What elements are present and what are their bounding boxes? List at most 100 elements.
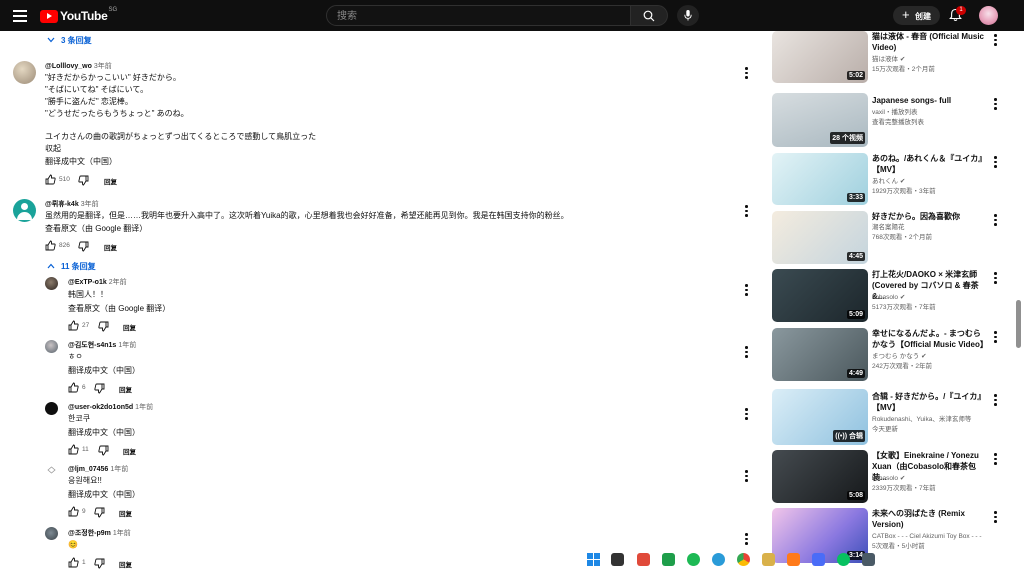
reply-time[interactable]: 1年前: [118, 342, 136, 349]
channel-name[interactable]: CATBox - - - Ciel Akizumi Toy Box - - -: [872, 532, 1002, 541]
edge-icon[interactable]: [712, 553, 725, 566]
more-vert-icon[interactable]: [994, 98, 998, 112]
more-vert-icon[interactable]: [745, 205, 749, 219]
video-title[interactable]: 幸せになるんだよ。- まつむら かなう【Official Music Video…: [872, 328, 990, 350]
reply-time[interactable]: 1年前: [110, 466, 128, 473]
video-title[interactable]: Japanese songs- full: [872, 95, 990, 106]
reply-button[interactable]: 回复: [119, 559, 132, 569]
page-scrollbar[interactable]: [1016, 300, 1021, 348]
create-button[interactable]: + 创建: [893, 6, 940, 25]
file-explorer-icon[interactable]: [762, 553, 775, 566]
thumb-down-icon[interactable]: [98, 445, 109, 456]
video-title[interactable]: 猫は液体 - 春音 (Official Music Video): [872, 31, 990, 53]
windows-start-icon[interactable]: [587, 553, 600, 566]
voice-search-button[interactable]: [677, 5, 699, 26]
comment-time[interactable]: 3年前: [94, 63, 112, 70]
thumb-down-icon[interactable]: [78, 241, 89, 252]
video-title[interactable]: あのね。/あれくん＆『ユイカ』【MV】: [872, 153, 990, 175]
video-thumbnail[interactable]: 4:45: [772, 211, 868, 264]
thumb-down-icon[interactable]: [94, 383, 105, 394]
reply-button[interactable]: 回复: [104, 176, 117, 186]
reply-button[interactable]: 回复: [119, 508, 132, 518]
mix-thumbnail[interactable]: ((•)) 合辑: [772, 389, 868, 445]
avatar[interactable]: [45, 277, 58, 290]
thumb-up-icon[interactable]: [68, 506, 79, 517]
video-thumbnail[interactable]: 4:49: [772, 328, 868, 381]
thumb-up-icon[interactable]: [68, 557, 79, 568]
channel-name[interactable]: まつむら かなう ✔: [872, 352, 1002, 361]
replies-toggle[interactable]: 11 条回复: [47, 261, 96, 272]
avatar[interactable]: [45, 527, 58, 540]
more-vert-icon[interactable]: [745, 533, 749, 547]
wechat-icon[interactable]: [837, 553, 850, 566]
thumb-up-icon[interactable]: [45, 240, 56, 251]
app-icon[interactable]: [812, 553, 825, 566]
avatar[interactable]: [45, 464, 58, 477]
app-icon[interactable]: [862, 553, 875, 566]
account-avatar[interactable]: [979, 6, 998, 25]
video-thumbnail[interactable]: 3:33: [772, 153, 868, 205]
app-icon[interactable]: [637, 553, 650, 566]
channel-name[interactable]: 潮名案陽花: [872, 223, 1002, 232]
comment-author[interactable]: @뤼휴-k4k: [45, 201, 79, 208]
app-icon[interactable]: [662, 553, 675, 566]
video-thumbnail[interactable]: 5:08: [772, 450, 868, 503]
translate-link[interactable]: 翻译成中文（中国）: [68, 427, 140, 439]
reply-time[interactable]: 2年前: [109, 279, 127, 286]
reply-time[interactable]: 1年前: [113, 530, 131, 537]
thumb-down-icon[interactable]: [78, 175, 89, 186]
more-vert-icon[interactable]: [994, 331, 998, 345]
thumb-up-icon[interactable]: [68, 320, 79, 331]
more-vert-icon[interactable]: [745, 408, 749, 422]
more-vert-icon[interactable]: [745, 470, 749, 484]
reply-author[interactable]: @ljm_07456: [68, 466, 108, 473]
youtube-logo[interactable]: YouTube SG: [40, 7, 117, 23]
thumb-up-icon[interactable]: [68, 382, 79, 393]
reply-author[interactable]: @조정한-p9m: [68, 530, 111, 537]
video-thumbnail[interactable]: 5:09: [772, 269, 868, 322]
reply-time[interactable]: 1年前: [135, 404, 153, 411]
playlist-thumbnail[interactable]: 28 个视频: [772, 93, 868, 147]
channel-name[interactable]: あれくん ✔: [872, 177, 1002, 186]
channel-name[interactable]: 猫は液体 ✔: [872, 55, 1002, 64]
more-vert-icon[interactable]: [745, 346, 749, 360]
avatar[interactable]: [13, 61, 36, 84]
avatar[interactable]: [45, 340, 58, 353]
thumb-up-icon[interactable]: [45, 174, 56, 185]
channel-name[interactable]: kobasolo ✔: [872, 293, 1002, 302]
video-title[interactable]: 未来への羽ばたき (Remix Version): [872, 508, 990, 530]
reply-button[interactable]: 回复: [104, 242, 117, 252]
more-vert-icon[interactable]: [994, 453, 998, 467]
channel-name[interactable]: vaxil・播放列表: [872, 108, 1002, 117]
avatar[interactable]: [45, 402, 58, 415]
translate-link[interactable]: 翻译成中文（中国）: [68, 365, 140, 377]
more-vert-icon[interactable]: [994, 394, 998, 408]
more-vert-icon[interactable]: [745, 284, 749, 298]
comment-author[interactable]: @Lolllovy_wo: [45, 63, 92, 70]
reply-author[interactable]: @김도현-s4n1s: [68, 342, 116, 349]
task-view-icon[interactable]: [611, 553, 624, 566]
app-icon[interactable]: [787, 553, 800, 566]
collapse-link[interactable]: 収起: [45, 143, 316, 155]
replies-toggle[interactable]: 3 条回复: [47, 35, 92, 46]
reply-button[interactable]: 回复: [119, 384, 132, 394]
reply-author[interactable]: @user-ok2do1on5d: [68, 404, 133, 411]
chrome-icon[interactable]: [737, 553, 750, 566]
more-vert-icon[interactable]: [994, 156, 998, 170]
reply-button[interactable]: 回复: [123, 322, 136, 332]
more-vert-icon[interactable]: [994, 511, 998, 525]
view-playlist-link[interactable]: 查看完整播放列表: [872, 118, 1002, 127]
translate-link[interactable]: 翻译成中文（中国）: [45, 156, 117, 168]
menu-icon[interactable]: [13, 10, 27, 22]
more-vert-icon[interactable]: [994, 34, 998, 48]
thumb-down-icon[interactable]: [98, 321, 109, 332]
video-thumbnail[interactable]: 5:02: [772, 31, 868, 83]
video-title[interactable]: 好きだから。因為喜歡你: [872, 211, 990, 222]
more-vert-icon[interactable]: [994, 214, 998, 228]
avatar[interactable]: [13, 199, 36, 222]
channel-name[interactable]: kobasolo ✔: [872, 474, 1002, 483]
video-title[interactable]: 合辑 - 好きだから。/『ユイカ』【MV】: [872, 391, 990, 413]
comment-time[interactable]: 3年前: [81, 201, 99, 208]
reply-button[interactable]: 回复: [123, 446, 136, 456]
more-vert-icon[interactable]: [994, 272, 998, 286]
